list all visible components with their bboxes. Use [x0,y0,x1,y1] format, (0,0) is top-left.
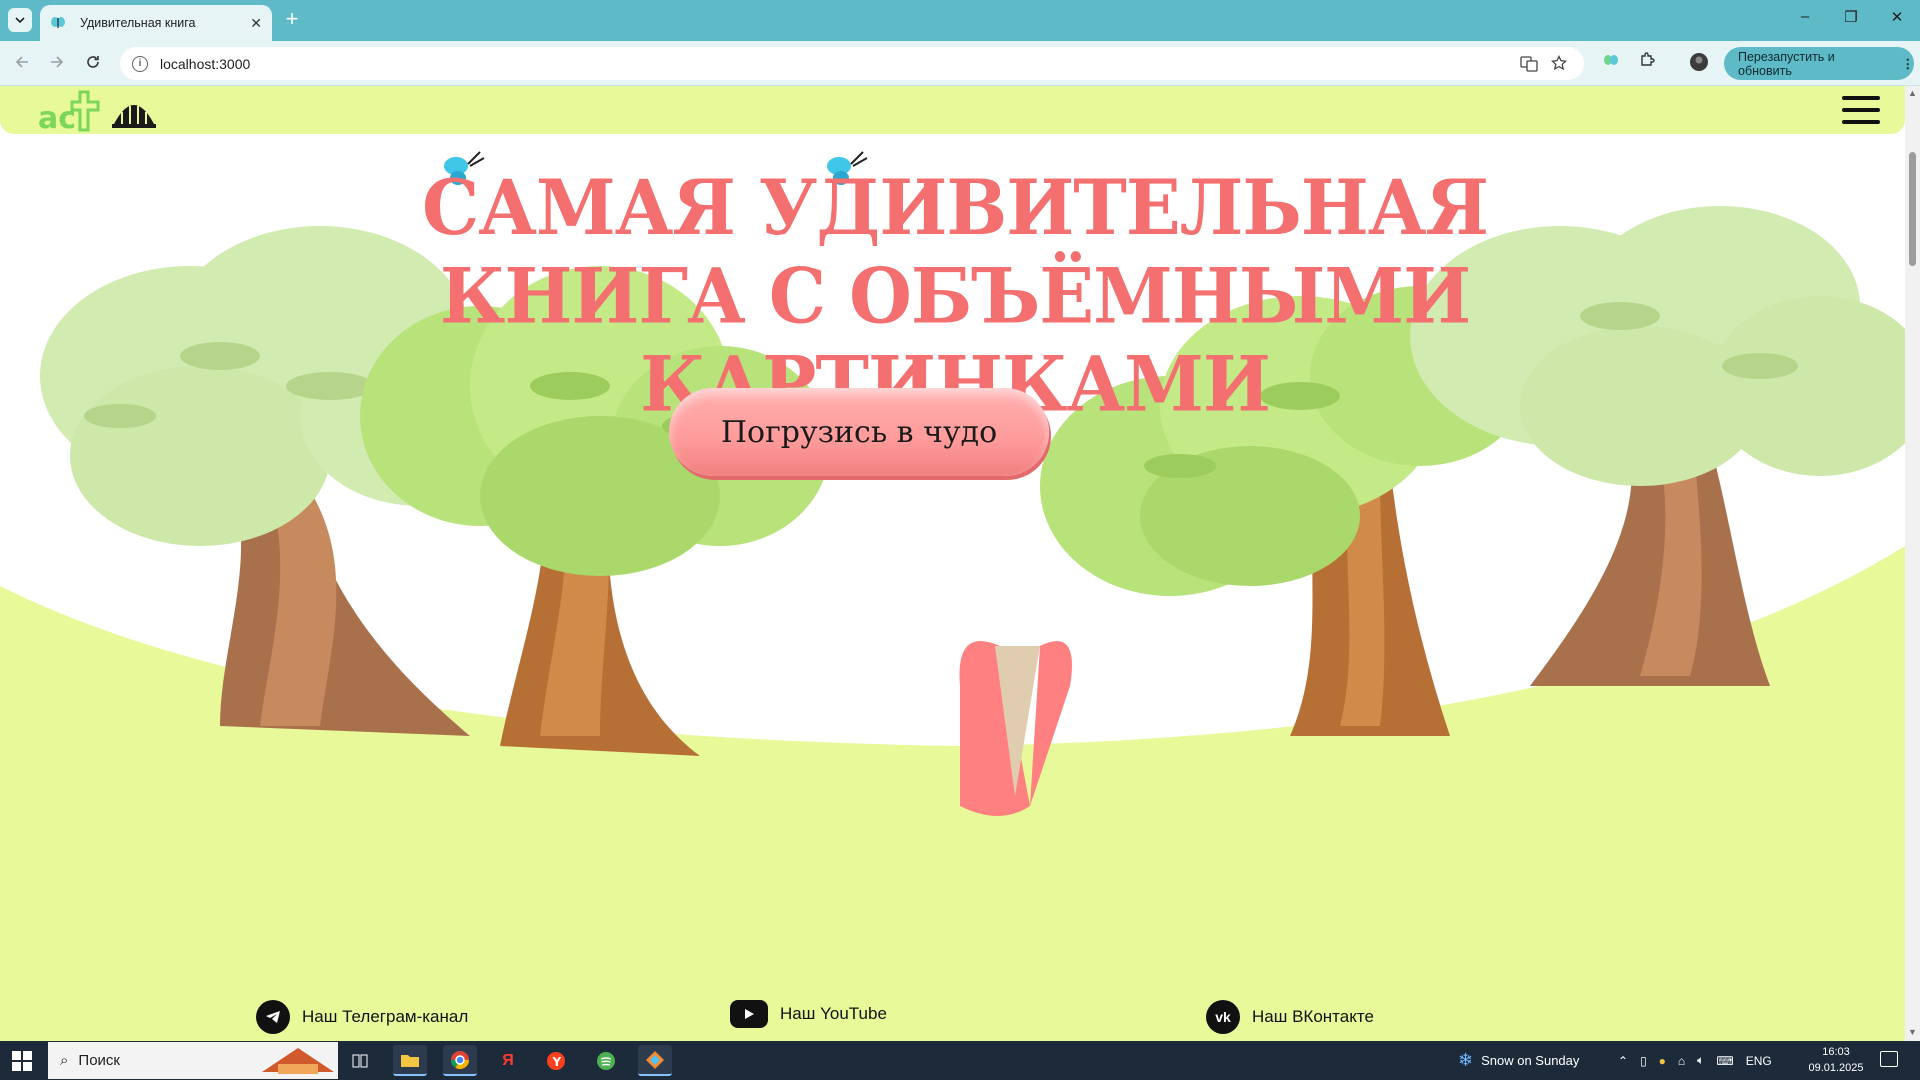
task-view-icon [352,1054,368,1067]
url-text: localhost:3000 [160,55,251,72]
language-indicator[interactable]: ENG [1746,1054,1772,1068]
scroll-up-arrow-icon[interactable]: ▲ [1908,88,1917,98]
immerse-cta-button[interactable]: Погрузись в чудо [669,388,1049,476]
puzzle-icon [1641,52,1655,66]
bookmark-star-icon[interactable] [1551,55,1567,71]
reload-icon [87,56,99,68]
clock-date: 09.01.2025 [1808,1062,1864,1074]
tray-device-icon[interactable]: ▯ [1640,1054,1647,1068]
clock-time: 16:03 [1822,1046,1850,1058]
network-icon[interactable]: ⌂ [1678,1054,1685,1068]
social-footer: Наш Телеграм-канал Наш YouTube vk Наш ВК… [0,990,1905,1041]
avatar-icon [1690,53,1708,71]
hamburger-menu-icon[interactable] [1842,96,1880,124]
taskbar-clock[interactable]: 16:03 09.01.2025 [1800,1044,1872,1076]
windows-start-icon[interactable] [12,1051,32,1071]
window-close-button[interactable]: ✕ [1874,8,1920,32]
youtube-link[interactable]: Наш YouTube [730,1000,887,1028]
taskbar-search[interactable]: ⌕ Поиск [48,1042,338,1079]
windows-taskbar: ⌕ Поиск Я Y ❄ Snow on Sunday ⌃ ▯ ● ⌂ 🔈︎ … [0,1041,1920,1080]
keyboard-icon[interactable]: ⌨ [1716,1054,1733,1068]
reload-button[interactable] [80,51,106,77]
back-button[interactable] [9,51,35,77]
chevron-down-icon [15,17,25,23]
youtube-icon [730,1000,768,1028]
vk-link[interactable]: vk Наш ВКонтакте [1206,1000,1374,1034]
taskbar-file-explorer[interactable] [393,1045,427,1076]
browser-tab[interactable]: Удивительная книга ✕ [40,5,272,41]
weather-text: Snow on Sunday [1481,1053,1580,1068]
browser-tab-strip: Удивительная книга ✕ + – ❐ ✕ [0,0,1920,41]
address-bar[interactable]: i localhost:3000 [120,47,1584,80]
diamond-app-icon [646,1050,664,1069]
tab-search-button[interactable] [8,8,32,32]
tray-app-icon[interactable]: ● [1659,1054,1666,1068]
tab-title: Удивительная книга [80,16,196,30]
system-tray: ⌃ ▯ ● ⌂ 🔈︎ ⌨ ENG [1618,1041,1772,1080]
ast-logo-icon[interactable]: ac [36,88,110,132]
taskbar-chrome[interactable] [443,1045,477,1076]
search-highlight-illustration-icon [262,1048,334,1074]
web-page: ac Самая удивительная книга с объёмными … [0,86,1905,1041]
publisher-arch-logo-icon[interactable] [110,90,158,130]
taskbar-app-diamond[interactable] [638,1045,672,1076]
chrome-icon [451,1050,469,1069]
butterfly-extension-icon [1604,55,1618,65]
relaunch-update-button[interactable]: Перезапустить и обновить ⋮ [1724,47,1914,80]
taskbar-yandex-browser[interactable]: Я [491,1045,525,1076]
arrow-left-icon [15,56,28,68]
arrow-right-icon [51,56,64,68]
telegram-icon [256,1000,290,1034]
svg-text:ac: ac [38,101,76,132]
site-header: ac [0,86,1905,134]
yandex-icon: Y [547,1051,565,1070]
weather-widget[interactable]: ❄ Snow on Sunday [1458,1041,1579,1080]
search-placeholder: Поиск [78,1052,120,1069]
vk-label: Наш ВКонтакте [1252,1007,1374,1026]
vk-icon: vk [1206,1000,1240,1034]
butterfly-favicon-icon [51,17,65,28]
taskbar-yandex[interactable]: Y [539,1045,573,1076]
page-scrollbar[interactable]: ▲ ▼ [1905,86,1920,1041]
window-restore-button[interactable]: ❐ [1828,8,1874,32]
telegram-link[interactable]: Наш Телеграм-канал [256,1000,468,1034]
site-info-icon[interactable]: i [132,55,148,72]
scrollbar-thumb[interactable] [1909,152,1916,266]
svg-text:Y: Y [552,1055,562,1069]
relaunch-label: Перезапустить и обновить [1738,49,1835,78]
more-menu-icon[interactable]: ⋮ [1902,56,1915,71]
youtube-label: Наш YouTube [780,1004,887,1023]
taskbar-app-green[interactable] [589,1045,623,1076]
translate-icon[interactable] [1520,56,1538,72]
task-view-button[interactable] [343,1045,377,1076]
volume-icon[interactable]: 🔈︎ [1697,1053,1704,1068]
scroll-down-arrow-icon[interactable]: ▼ [1908,1027,1917,1037]
new-tab-button[interactable]: + [280,8,304,32]
folder-icon [401,1054,419,1067]
browser-toolbar: i localhost:3000 Перезапустить и обновит… [0,41,1920,86]
snowflake-icon: ❄ [1458,1050,1474,1070]
search-icon: ⌕ [60,1052,69,1069]
window-minimize-button[interactable]: – [1782,8,1828,32]
spotify-like-icon [597,1051,615,1070]
extensions-puzzle-button[interactable] [1636,52,1658,74]
telegram-label: Наш Телеграм-канал [302,1007,469,1026]
notifications-icon[interactable] [1880,1051,1898,1067]
tab-close-icon[interactable]: ✕ [250,15,262,32]
tray-chevron-up-icon[interactable]: ⌃ [1618,1054,1628,1068]
profile-avatar-button[interactable] [1688,52,1710,74]
forward-button[interactable] [44,51,70,77]
extension-icon[interactable] [1600,52,1622,74]
